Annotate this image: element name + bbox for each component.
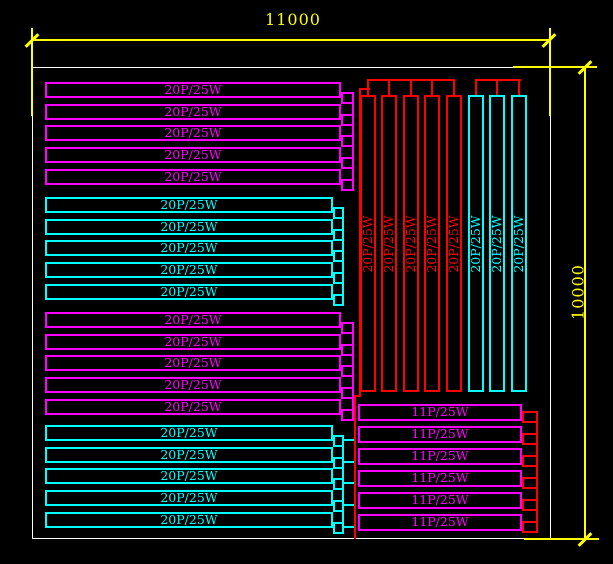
- bar-label: 20P/25W: [164, 336, 221, 349]
- left-heating-bar: 20P/25W: [45, 169, 341, 185]
- tab-extension-pipe: [344, 439, 354, 441]
- bar-label: 11P/25W: [411, 428, 468, 441]
- left-heating-bar: 20P/25W: [45, 82, 341, 98]
- bar-label: 20P/25W: [160, 427, 217, 440]
- group-trunk-pipe: [342, 207, 344, 306]
- group-trunk-pipe: [342, 435, 344, 534]
- bar-label: 20P/25W: [160, 264, 217, 277]
- bar-label: 20P/25W: [164, 314, 221, 327]
- tab-extension-pipe: [344, 504, 354, 506]
- bottom-heating-bar: 11P/25W: [358, 448, 522, 465]
- vertical-heating-bar: 20P/25W: [468, 95, 484, 392]
- bottom-heating-bar: 11P/25W: [358, 404, 522, 421]
- vertical-heating-bar: 20P/25W: [381, 95, 397, 392]
- bar-label: 11P/25W: [411, 406, 468, 419]
- bar-label: 20P/25W: [160, 470, 217, 483]
- left-heating-bar: 20P/25W: [45, 355, 341, 371]
- left-heating-bar: 20P/25W: [45, 125, 341, 141]
- bar-label: 20P/25W: [470, 215, 483, 272]
- left-heating-bar: 20P/25W: [45, 219, 333, 235]
- bottom-heating-bar: 11P/25W: [358, 470, 522, 487]
- manifold-drop-pipe: [475, 79, 477, 95]
- supply-trunk-vertical-lower: [354, 395, 356, 539]
- return-trunk-pipe: [536, 411, 538, 532]
- bar-label: 20P/25W: [160, 492, 217, 505]
- left-heating-bar: 20P/25W: [45, 240, 333, 256]
- manifold-drop-pipe: [431, 79, 433, 95]
- left-heating-bar: 20P/25W: [45, 312, 341, 328]
- left-heating-bar: 20P/25W: [45, 447, 333, 463]
- bar-label: 20P/25W: [164, 106, 221, 119]
- left-heating-bar: 20P/25W: [45, 262, 333, 278]
- vertical-heating-bar: 20P/25W: [403, 95, 419, 392]
- manifold-drop-pipe: [518, 79, 520, 95]
- bar-label: 20P/25W: [513, 215, 526, 272]
- vertical-heating-bar: 20P/25W: [446, 95, 462, 392]
- bottom-heating-bar: 11P/25W: [358, 514, 522, 531]
- left-heating-bar: 20P/25W: [45, 399, 341, 415]
- left-heating-bar: 20P/25W: [45, 468, 333, 484]
- dimension-line-top: [32, 39, 549, 41]
- vertical-heating-bar: 20P/25W: [489, 95, 505, 392]
- tab-extension-pipe: [344, 482, 354, 484]
- bar-label: 20P/25W: [448, 215, 461, 272]
- bar-label: 20P/25W: [160, 199, 217, 212]
- left-heating-bar: 20P/25W: [45, 147, 341, 163]
- bar-label: 20P/25W: [160, 514, 217, 527]
- bar-label: 20P/25W: [362, 215, 375, 272]
- bottom-heating-bar: 11P/25W: [358, 492, 522, 509]
- vertical-heating-bar: 20P/25W: [360, 95, 376, 392]
- bar-label: 11P/25W: [411, 450, 468, 463]
- manifold-drop-pipe: [453, 79, 455, 95]
- dimension-label-right: 10000: [562, 262, 594, 322]
- left-heating-bar: 20P/25W: [45, 490, 333, 506]
- bar-label: 20P/25W: [160, 242, 217, 255]
- bar-label: 20P/25W: [160, 221, 217, 234]
- bar-label: 20P/25W: [383, 215, 396, 272]
- bar-label: 20P/25W: [164, 84, 221, 97]
- bar-label: 20P/25W: [405, 215, 418, 272]
- bar-label: 11P/25W: [411, 472, 468, 485]
- left-heating-bar: 20P/25W: [45, 334, 341, 350]
- left-heating-bar: 20P/25W: [45, 104, 341, 120]
- bar-label: 20P/25W: [164, 401, 221, 414]
- bar-label: 20P/25W: [164, 379, 221, 392]
- bar-label: 20P/25W: [164, 149, 221, 162]
- manifold-drop-pipe: [388, 79, 390, 95]
- bar-label: 11P/25W: [411, 494, 468, 507]
- left-heating-bar: 20P/25W: [45, 425, 333, 441]
- left-heating-bar: 20P/25W: [45, 197, 333, 213]
- tab-extension-pipe: [344, 526, 354, 528]
- manifold-drop-pipe: [496, 79, 498, 95]
- bottom-heating-bar: 11P/25W: [358, 426, 522, 443]
- bar-label: 11P/25W: [411, 516, 468, 529]
- bar-label: 20P/25W: [160, 449, 217, 462]
- group-trunk-pipe: [352, 92, 354, 191]
- dimension-label-right-text: 10000: [569, 264, 588, 320]
- bar-label: 20P/25W: [160, 286, 217, 299]
- dimension-label-top: 11000: [253, 10, 333, 29]
- bar-label: 20P/25W: [164, 171, 221, 184]
- tab-extension-pipe: [344, 461, 354, 463]
- vertical-heating-bar: 20P/25W: [511, 95, 527, 392]
- manifold-header-cyan-group: [476, 79, 521, 81]
- bar-label: 20P/25W: [164, 357, 221, 370]
- bar-label: 20P/25W: [164, 127, 221, 140]
- bar-label: 20P/25W: [426, 215, 439, 272]
- left-heating-bar: 20P/25W: [45, 284, 333, 300]
- manifold-drop-pipe: [367, 79, 369, 95]
- bar-label: 20P/25W: [491, 215, 504, 272]
- vertical-heating-bar: 20P/25W: [424, 95, 440, 392]
- left-heating-bar: 20P/25W: [45, 377, 341, 393]
- left-heating-bar: 20P/25W: [45, 512, 333, 528]
- cad-drawing-canvas: 11000 10000 20P/25W 20P/25W 20P/25W 20P/25W 20…: [0, 0, 613, 564]
- manifold-drop-pipe: [410, 79, 412, 95]
